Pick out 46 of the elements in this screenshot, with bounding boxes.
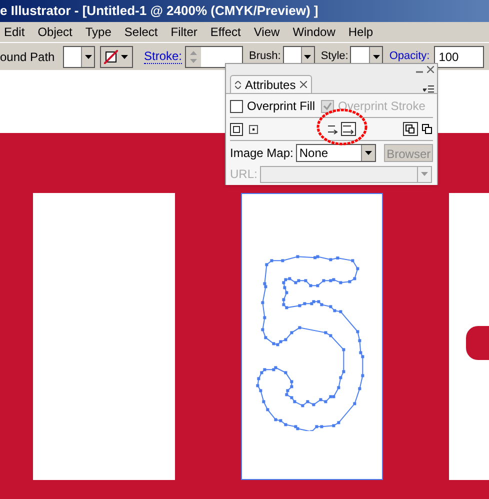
menu-item[interactable]: Filter xyxy=(170,23,198,41)
menu-item[interactable]: Window xyxy=(292,23,336,41)
menu-item[interactable]: View xyxy=(254,23,280,41)
image-map-dropdown[interactable]: None xyxy=(296,144,376,162)
stroke-link[interactable]: Stroke: xyxy=(144,50,182,64)
image-map-label: Image Map: xyxy=(230,145,294,162)
expand-icon xyxy=(235,80,241,88)
stroke-weight-field[interactable] xyxy=(185,46,244,68)
caret-icon xyxy=(421,172,428,176)
opacity-field[interactable]: 100 xyxy=(434,46,484,68)
checkbox[interactable] xyxy=(230,100,243,112)
url-label: URL: xyxy=(230,166,258,183)
overlap-squares-icon[interactable] xyxy=(422,124,432,134)
artwork-shape xyxy=(466,326,489,360)
panel-menu-icon[interactable] xyxy=(423,85,434,93)
attributes-tab[interactable]: Attributes xyxy=(230,75,312,93)
style-label: Style: xyxy=(320,49,348,64)
arrow-right-icon[interactable] xyxy=(328,124,338,134)
close-icon[interactable] xyxy=(300,81,307,88)
menu-item[interactable]: Select xyxy=(124,23,158,41)
no-stroke-icon xyxy=(104,50,118,64)
overlap-squares-icon[interactable] xyxy=(403,122,418,136)
menu-item[interactable]: Edit xyxy=(4,23,25,41)
opacity-link[interactable]: Opacity: xyxy=(389,48,430,65)
arrow-right-icon[interactable] xyxy=(341,122,356,136)
menu-item[interactable]: Help xyxy=(348,23,374,41)
spinner-icon xyxy=(190,50,198,62)
checkbox-label: Overprint Fill xyxy=(247,98,316,115)
menu-item[interactable]: Effect xyxy=(210,23,241,41)
url-field[interactable] xyxy=(260,166,432,182)
window-title: e Illustrator - [Untitled-1 @ 2400% (CMYK/Preview) ] xyxy=(0,2,318,20)
caret-icon xyxy=(84,54,92,58)
brush-label: Brush: xyxy=(249,49,281,64)
caret-icon xyxy=(304,54,312,58)
checkbox-label: Overprint Stroke xyxy=(338,98,426,115)
square-icon[interactable] xyxy=(230,122,243,136)
path-label: ound Path xyxy=(0,48,56,66)
stroke-swatch-dropdown[interactable] xyxy=(100,46,133,68)
caret-icon xyxy=(372,54,380,58)
center-point-icon[interactable] xyxy=(249,124,258,134)
menu-item[interactable]: Type xyxy=(85,23,112,41)
caret-icon xyxy=(365,151,372,155)
close-icon[interactable] xyxy=(427,66,434,73)
fill-dropdown[interactable] xyxy=(63,46,95,68)
caret-icon xyxy=(121,54,128,58)
menu-item[interactable]: Object xyxy=(38,23,72,41)
